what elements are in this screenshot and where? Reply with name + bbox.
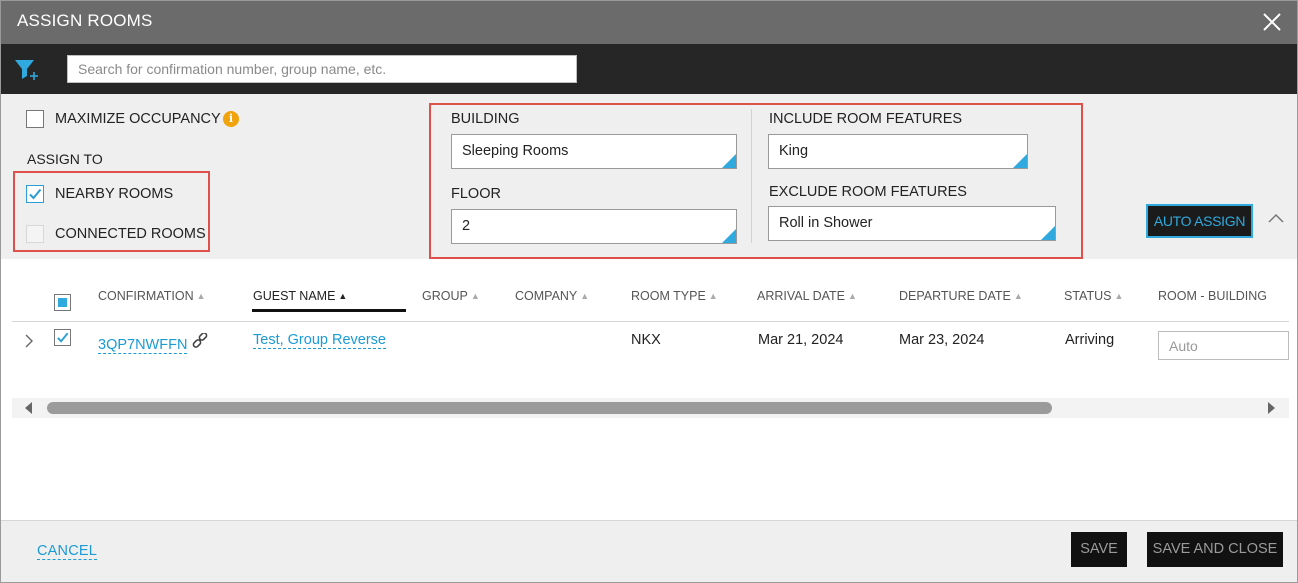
- horizontal-scrollbar[interactable]: [12, 398, 1289, 418]
- dropdown-corner-icon: [1013, 154, 1027, 168]
- reservations-table: CONFIRMATION ▲ GUEST NAME ▲ GROUP ▲ COMPANY…: [12, 271, 1289, 411]
- checkmark-icon: [29, 188, 42, 200]
- room-assignment-input[interactable]: [1158, 331, 1289, 360]
- cancel-link[interactable]: CANCEL: [37, 543, 98, 560]
- arrival-date-cell: Mar 21, 2024: [758, 332, 844, 348]
- departure-date-cell: Mar 23, 2024: [899, 332, 985, 348]
- sort-icon: ▲: [847, 291, 857, 301]
- exclude-features-value: Roll in Shower: [779, 215, 873, 231]
- sort-icon: ▲: [708, 291, 718, 301]
- checkmark-icon: [57, 332, 69, 343]
- nearby-rooms-label: NEARBY ROOMS: [55, 186, 174, 202]
- header-divider: [12, 321, 1289, 322]
- chevron-right-icon[interactable]: [24, 334, 34, 348]
- assign-to-label: ASSIGN TO: [27, 151, 103, 167]
- sort-icon: ▲: [196, 291, 206, 301]
- floor-label: FLOOR: [451, 186, 501, 202]
- column-header-confirmation[interactable]: CONFIRMATION ▲: [98, 289, 206, 303]
- confirmation-cell[interactable]: 3QP7NWFFN: [98, 332, 210, 354]
- scrollbar-thumb[interactable]: [47, 402, 1052, 414]
- save-and-close-button[interactable]: SAVE AND CLOSE: [1147, 532, 1283, 567]
- search-bar: [1, 44, 1297, 94]
- floor-value: 2: [462, 218, 471, 234]
- building-dropdown[interactable]: Sleeping Rooms: [451, 134, 737, 169]
- title-bar: ASSIGN ROOMS: [1, 1, 1297, 44]
- floor-dropdown[interactable]: 2: [451, 209, 737, 244]
- building-value: Sleeping Rooms: [462, 143, 569, 159]
- sort-ascending-icon: ▲: [338, 291, 348, 301]
- exclude-features-label: EXCLUDE ROOM FEATURES: [769, 184, 967, 200]
- room-type-cell: NKX: [631, 332, 661, 348]
- column-header-room-type[interactable]: ROOM TYPE ▲: [631, 289, 718, 303]
- connected-rooms-label: CONNECTED ROOMS: [55, 226, 206, 242]
- dropdown-corner-icon: [1041, 226, 1055, 240]
- guest-name-link[interactable]: Test, Group Reverse: [253, 332, 386, 349]
- select-all-checkbox[interactable]: [54, 294, 71, 311]
- dropdown-corner-icon: [722, 229, 736, 243]
- link-icon: [193, 332, 208, 348]
- save-button[interactable]: SAVE: [1071, 532, 1127, 567]
- column-header-company[interactable]: COMPANY ▲: [515, 289, 589, 303]
- column-header-status[interactable]: STATUS ▲: [1064, 289, 1123, 303]
- sort-icon: ▲: [470, 291, 480, 301]
- column-header-guest-name[interactable]: GUEST NAME ▲: [253, 289, 347, 303]
- filter-add-icon[interactable]: [13, 57, 39, 83]
- chevron-up-icon[interactable]: [1267, 212, 1285, 224]
- dropdown-corner-icon: [722, 154, 736, 168]
- filters-divider: [751, 109, 752, 243]
- column-header-group[interactable]: GROUP ▲: [422, 289, 480, 303]
- nearby-rooms-checkbox[interactable]: [26, 185, 44, 203]
- column-header-departure-date[interactable]: DEPARTURE DATE ▲: [899, 289, 1023, 303]
- dialog-title: ASSIGN ROOMS: [17, 11, 153, 30]
- maximize-occupancy-checkbox[interactable]: [26, 110, 44, 128]
- include-features-value: King: [779, 143, 809, 159]
- active-sort-underline: [252, 309, 406, 312]
- confirmation-link[interactable]: 3QP7NWFFN: [98, 337, 188, 354]
- exclude-features-dropdown[interactable]: Roll in Shower: [768, 206, 1056, 241]
- connected-rooms-checkbox[interactable]: [26, 225, 44, 243]
- dialog-footer: CANCEL SAVE SAVE AND CLOSE: [1, 520, 1297, 582]
- sort-icon: ▲: [1114, 291, 1124, 301]
- info-icon[interactable]: i: [223, 111, 239, 127]
- scroll-right-icon[interactable]: [1264, 401, 1278, 415]
- guest-name-cell[interactable]: Test, Group Reverse: [253, 332, 386, 349]
- search-input[interactable]: [67, 55, 577, 83]
- maximize-occupancy-label: MAXIMIZE OCCUPANCY: [55, 111, 221, 127]
- column-header-arrival-date[interactable]: ARRIVAL DATE ▲: [757, 289, 857, 303]
- column-header-room-building: ROOM - BUILDING: [1158, 289, 1268, 303]
- close-icon[interactable]: [1261, 11, 1283, 33]
- status-cell: Arriving: [1065, 332, 1115, 348]
- include-features-label: INCLUDE ROOM FEATURES: [769, 111, 963, 127]
- assignment-options-panel: MAXIMIZE OCCUPANCY i ASSIGN TO NEARBY RO…: [1, 94, 1297, 259]
- include-features-dropdown[interactable]: King: [768, 134, 1028, 169]
- sort-icon: ▲: [580, 291, 590, 301]
- row-select-checkbox[interactable]: [54, 329, 71, 346]
- sort-icon: ▲: [1013, 291, 1023, 301]
- assign-rooms-dialog: ASSIGN ROOMS MAXIMIZE OCCUPANCY i ASSIGN…: [0, 0, 1298, 583]
- auto-assign-button[interactable]: AUTO ASSIGN: [1146, 204, 1253, 238]
- building-label: BUILDING: [451, 111, 520, 127]
- partial-select-indicator: [58, 298, 67, 307]
- scroll-left-icon[interactable]: [22, 401, 36, 415]
